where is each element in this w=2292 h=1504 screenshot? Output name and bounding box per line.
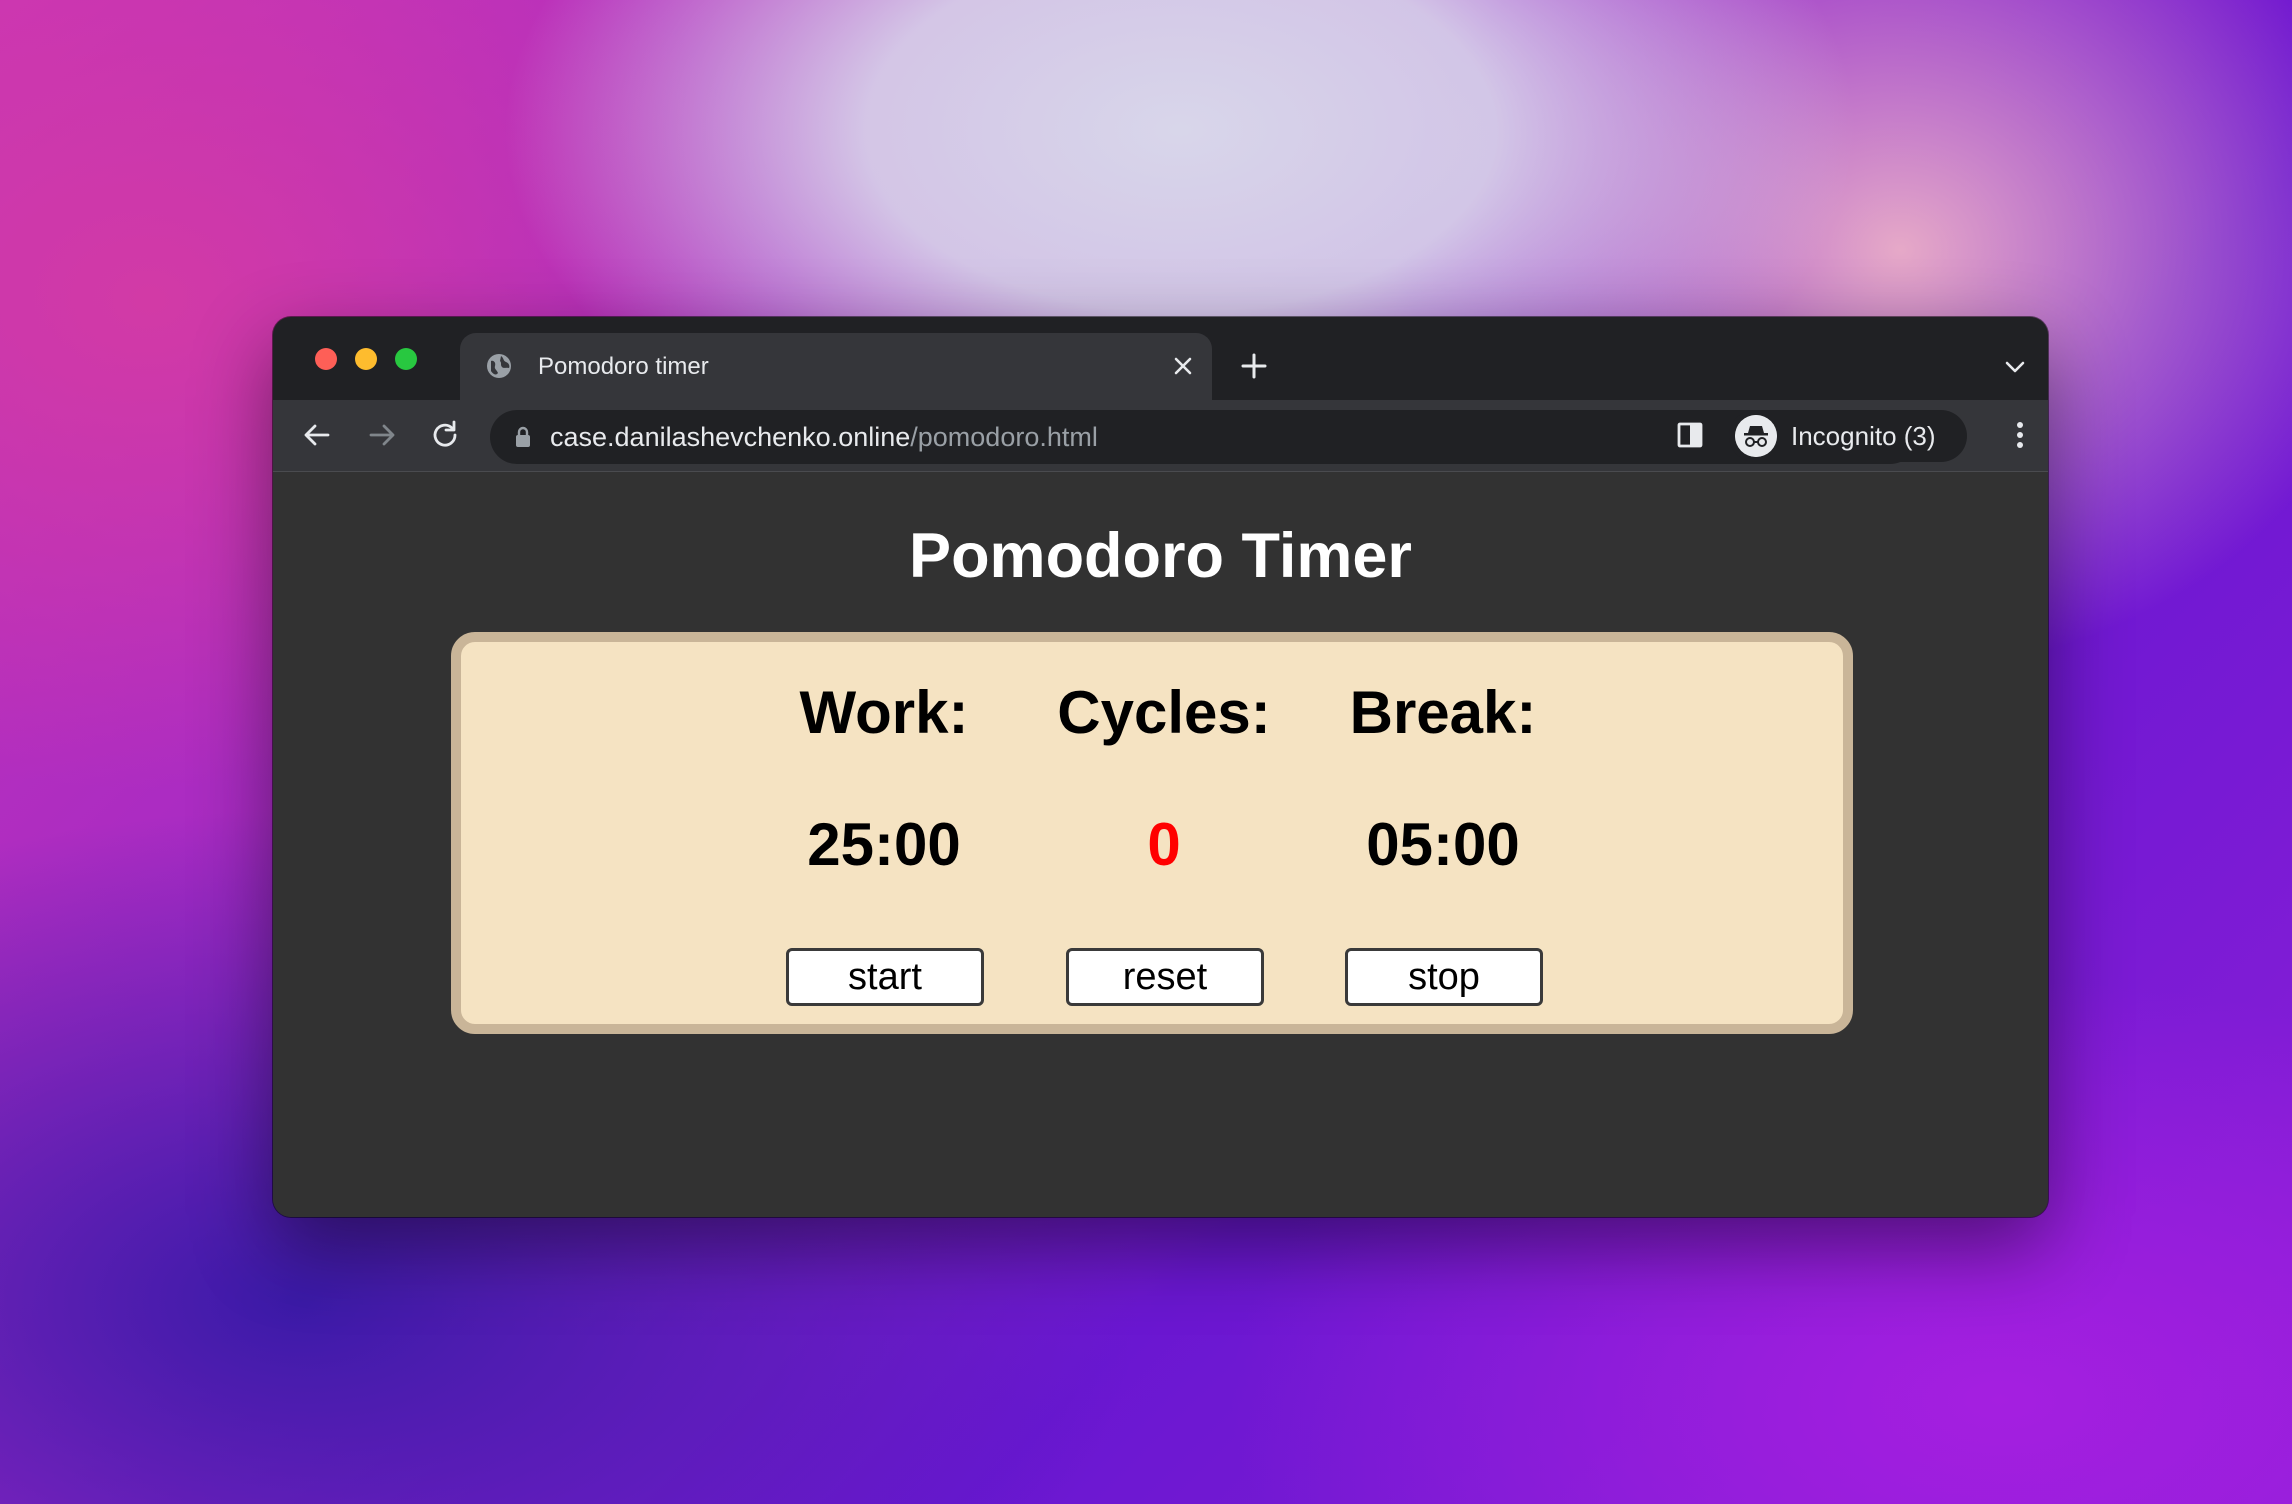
- globe-icon: [487, 354, 511, 378]
- more-menu-icon[interactable]: [2005, 418, 2035, 452]
- work-timer-value: 25:00: [807, 811, 961, 878]
- close-window-button[interactable]: [315, 348, 337, 370]
- url-host: case.danilashevchenko.online: [550, 422, 911, 452]
- chevron-down-icon[interactable]: [2003, 355, 2027, 379]
- start-button[interactable]: start: [786, 948, 984, 1006]
- browser-window: Pomodoro timer case.danilashevchenko.onl…: [273, 317, 2048, 1217]
- timer-panel: Work: 25:00 start Cycles: 0 reset Break:…: [451, 632, 1853, 1034]
- page-title: Pomodoro Timer: [909, 521, 1412, 591]
- lock-icon[interactable]: [514, 426, 532, 448]
- work-label: Work:: [799, 679, 969, 746]
- page-viewport: Pomodoro Timer Work: 25:00 start Cycles:…: [273, 472, 2048, 1217]
- url-path: /pomodoro.html: [910, 422, 1098, 452]
- back-arrow-icon[interactable]: [300, 418, 334, 452]
- tab-pomodoro[interactable]: Pomodoro timer: [460, 333, 1212, 400]
- incognito-profile-button[interactable]: Incognito (3): [1729, 410, 1967, 462]
- browser-toolbar: case.danilashevchenko.online/pomodoro.ht…: [273, 400, 2048, 472]
- break-timer-value: 05:00: [1366, 811, 1520, 878]
- zoom-window-button[interactable]: [395, 348, 417, 370]
- minimize-window-button[interactable]: [355, 348, 377, 370]
- reset-button[interactable]: reset: [1066, 948, 1264, 1006]
- cycles-label: Cycles:: [1057, 679, 1271, 746]
- side-panel-icon[interactable]: [1673, 418, 1707, 452]
- incognito-icon: [1735, 415, 1777, 457]
- forward-arrow-icon[interactable]: [365, 418, 399, 452]
- break-label: Break:: [1349, 679, 1537, 746]
- stop-button[interactable]: stop: [1345, 948, 1543, 1006]
- tab-strip: Pomodoro timer: [273, 317, 2048, 400]
- new-tab-icon[interactable]: [1239, 351, 1269, 381]
- url-text[interactable]: case.danilashevchenko.online/pomodoro.ht…: [550, 422, 1098, 452]
- cycles-count-value: 0: [1147, 811, 1181, 878]
- close-tab-icon[interactable]: [1170, 353, 1196, 379]
- reload-icon[interactable]: [428, 418, 462, 452]
- tab-title: Pomodoro timer: [538, 353, 709, 380]
- incognito-label: Incognito (3): [1791, 421, 1936, 451]
